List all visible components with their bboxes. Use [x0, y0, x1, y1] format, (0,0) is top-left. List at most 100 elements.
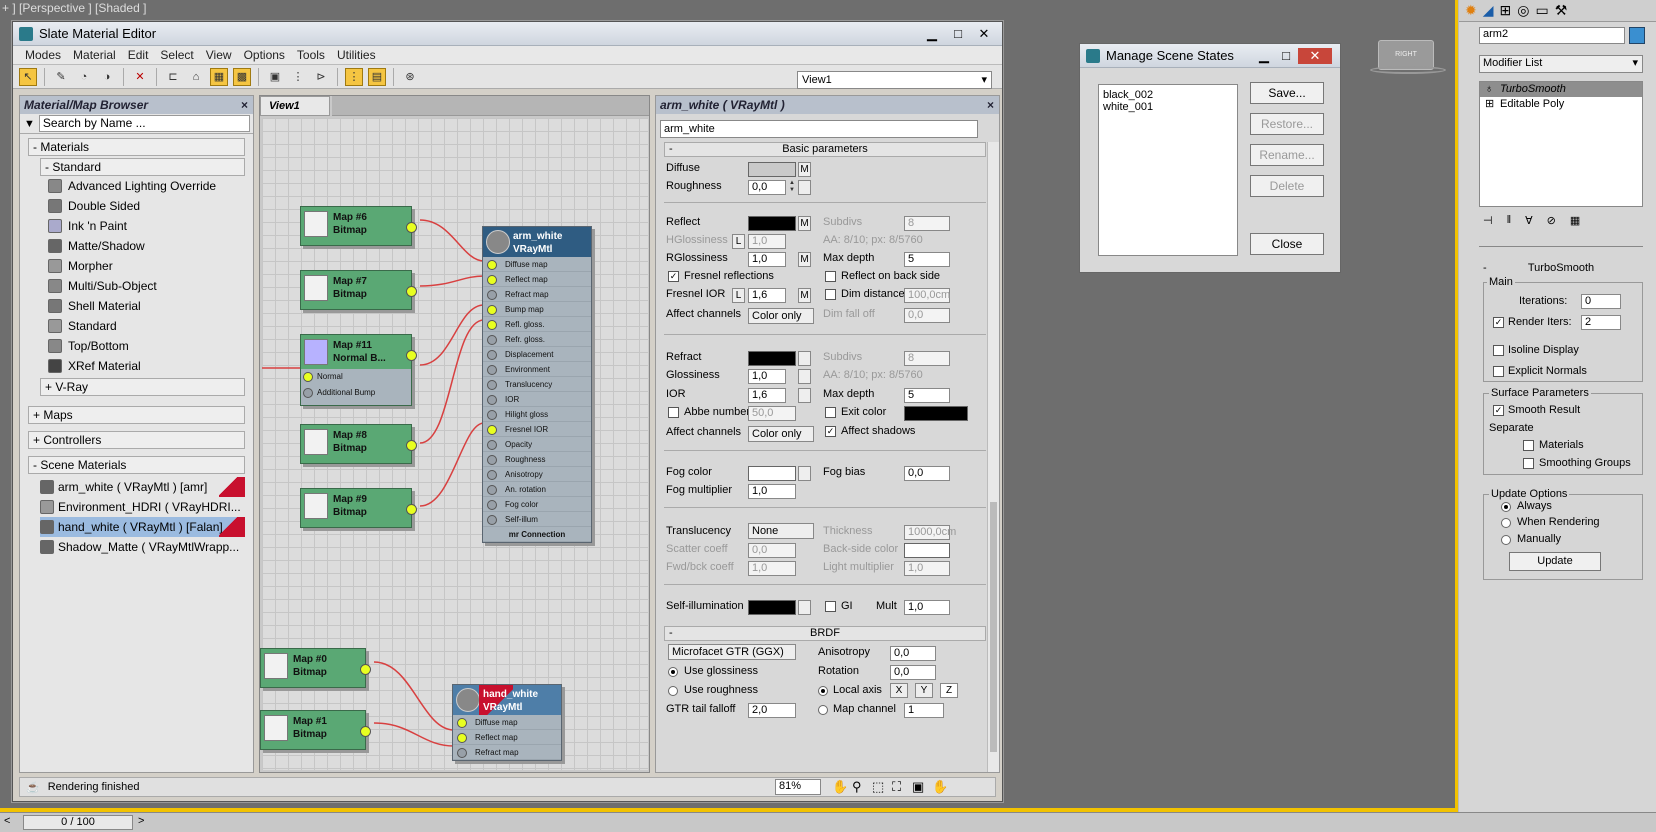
- isoline-checkbox[interactable]: [1493, 345, 1504, 356]
- material-slot[interactable]: IOR: [483, 392, 591, 407]
- output-socket[interactable]: [360, 664, 371, 675]
- fog-map-button[interactable]: [798, 466, 811, 481]
- material-slot[interactable]: Opacity: [483, 437, 591, 452]
- spinner-icon[interactable]: ▲ ▼: [787, 180, 797, 195]
- maximize-icon[interactable]: □: [948, 26, 968, 42]
- menu-tools[interactable]: Tools: [291, 48, 331, 62]
- group-vray[interactable]: + V-Ray: [40, 378, 245, 396]
- fresnel-checkbox[interactable]: ✓: [668, 271, 679, 282]
- self-illum-swatch[interactable]: [748, 600, 796, 615]
- node-map11[interactable]: Map #11 Normal B... Normal Additional Bum…: [300, 334, 417, 406]
- menu-view[interactable]: View: [200, 48, 238, 62]
- material-slot[interactable]: Fresnel IOR: [483, 422, 591, 437]
- motion-tab-icon[interactable]: ◎: [1517, 2, 1529, 19]
- fog-color-swatch[interactable]: [748, 466, 796, 481]
- material-slot[interactable]: Bump map: [483, 302, 591, 317]
- material-slot[interactable]: Refract map: [453, 745, 561, 760]
- output-socket[interactable]: [406, 504, 417, 515]
- abbe-checkbox[interactable]: [668, 407, 679, 418]
- affect-shadows-checkbox[interactable]: ✓: [825, 426, 836, 437]
- input-socket[interactable]: [303, 372, 313, 382]
- select-by-material-icon[interactable]: ▤: [368, 67, 386, 86]
- list-item[interactable]: XRef Material: [48, 356, 253, 376]
- reflect-subdivs-input[interactable]: 8: [904, 216, 950, 231]
- input-socket[interactable]: [487, 425, 497, 435]
- iterations-input[interactable]: 0: [1581, 294, 1621, 309]
- self-illum-mult-input[interactable]: 1,0: [904, 600, 950, 615]
- material-slot[interactable]: Refract map: [483, 287, 591, 302]
- material-slot[interactable]: Roughness: [483, 452, 591, 467]
- fresnel-ior-input[interactable]: 1,6: [748, 288, 786, 303]
- rotation-input[interactable]: 0,0: [890, 665, 936, 680]
- filter-icon[interactable]: ▼: [24, 118, 35, 130]
- use-glossiness-radio[interactable]: [668, 667, 678, 677]
- dim-falloff-input[interactable]: 0,0: [904, 308, 950, 323]
- remove-modifier-icon[interactable]: ⊘: [1547, 214, 1556, 232]
- object-name-input[interactable]: arm2: [1479, 27, 1625, 44]
- material-map-navigator-icon[interactable]: ⊳: [312, 68, 330, 86]
- zoom-dropdown[interactable]: 81%: [775, 779, 821, 795]
- gloss-map-button[interactable]: [798, 369, 811, 384]
- input-socket[interactable]: [487, 440, 497, 450]
- affect-channels-dropdown[interactable]: Color only: [748, 308, 814, 324]
- fwdbck-input[interactable]: 1,0: [748, 561, 796, 576]
- anisotropy-input[interactable]: 0,0: [890, 646, 936, 661]
- self-illum-map-button[interactable]: [798, 600, 811, 615]
- eyedropper-icon[interactable]: ✎: [52, 68, 70, 86]
- translucency-dropdown[interactable]: None: [748, 523, 814, 539]
- material-slot[interactable]: Translucency: [483, 377, 591, 392]
- node-map0[interactable]: Map #0 Bitmap: [260, 648, 371, 688]
- params-scrollbar[interactable]: [987, 142, 999, 772]
- time-slider[interactable]: < 0 / 100 >: [0, 812, 1656, 832]
- input-socket[interactable]: [457, 718, 467, 728]
- pan-icon[interactable]: ✋: [832, 779, 848, 795]
- lightbulb-icon[interactable]: ♁: [1485, 82, 1493, 97]
- light-multiplier-input[interactable]: 1,0: [904, 561, 950, 576]
- input-socket[interactable]: [487, 260, 497, 270]
- pan-to-selected-icon[interactable]: ✋: [932, 779, 948, 795]
- create-tab-icon[interactable]: ✹: [1465, 2, 1477, 19]
- rglossiness-input[interactable]: 1,0: [748, 252, 786, 267]
- dim-distance-input[interactable]: 100,0cm: [904, 288, 950, 303]
- expand-icon[interactable]: ⊞: [1485, 97, 1494, 112]
- separate-smoothing-groups-checkbox[interactable]: [1523, 458, 1534, 469]
- update-button[interactable]: Update: [1509, 552, 1601, 571]
- local-axis-radio[interactable]: [818, 686, 828, 696]
- node-map1[interactable]: Map #1 Bitmap: [260, 710, 371, 750]
- gi-checkbox[interactable]: [825, 601, 836, 612]
- browser-search-input[interactable]: Search by Name ...: [38, 115, 250, 132]
- select-tool-icon[interactable]: ↖: [19, 67, 37, 86]
- hierarchy-tab-icon[interactable]: ⊞: [1500, 2, 1512, 19]
- menu-edit[interactable]: Edit: [122, 48, 155, 62]
- output-socket[interactable]: [360, 726, 371, 737]
- stack-item-turbosmooth[interactable]: ♁ TurboSmooth: [1480, 82, 1642, 97]
- input-socket[interactable]: [487, 485, 497, 495]
- rgloss-map-button[interactable]: M: [798, 252, 811, 267]
- scene-material-item[interactable]: Environment_HDRI ( VRayHDRI...: [40, 497, 245, 517]
- show-map-icon[interactable]: ▦: [210, 67, 228, 86]
- node-map8[interactable]: Map #8 Bitmap: [300, 424, 417, 464]
- modifier-list-dropdown[interactable]: Modifier List ▾: [1479, 55, 1643, 73]
- delete-button[interactable]: Delete: [1250, 175, 1324, 197]
- delete-icon[interactable]: ✕: [131, 68, 149, 86]
- close-button[interactable]: Close: [1250, 233, 1324, 255]
- roughness-map-button[interactable]: [798, 180, 811, 195]
- input-socket[interactable]: [303, 388, 313, 398]
- menu-modes[interactable]: Modes: [19, 48, 67, 62]
- thickness-input[interactable]: 1000,0cm: [904, 525, 956, 540]
- ior-map-button[interactable]: [798, 388, 811, 403]
- reflect-max-depth-input[interactable]: 5: [904, 252, 950, 267]
- zoom-extents-selected-icon[interactable]: ▣: [912, 779, 924, 795]
- prev-frame-icon[interactable]: <: [4, 815, 10, 827]
- input-socket[interactable]: [487, 320, 497, 330]
- refract-subdivs-input[interactable]: 8: [904, 351, 950, 366]
- material-slot[interactable]: Hilight gloss: [483, 407, 591, 422]
- material-slot[interactable]: mr Connection: [483, 527, 591, 542]
- material-slot[interactable]: Self-illum: [483, 512, 591, 527]
- frame-counter[interactable]: 0 / 100: [23, 815, 133, 830]
- refract-affect-channels-dropdown[interactable]: Color only: [748, 426, 814, 442]
- material-slot[interactable]: An. rotation: [483, 482, 591, 497]
- fresnel-lock-button[interactable]: L: [732, 288, 745, 303]
- fog-multiplier-input[interactable]: 1,0: [748, 484, 796, 499]
- gtr-tail-falloff-input[interactable]: 2,0: [748, 703, 796, 718]
